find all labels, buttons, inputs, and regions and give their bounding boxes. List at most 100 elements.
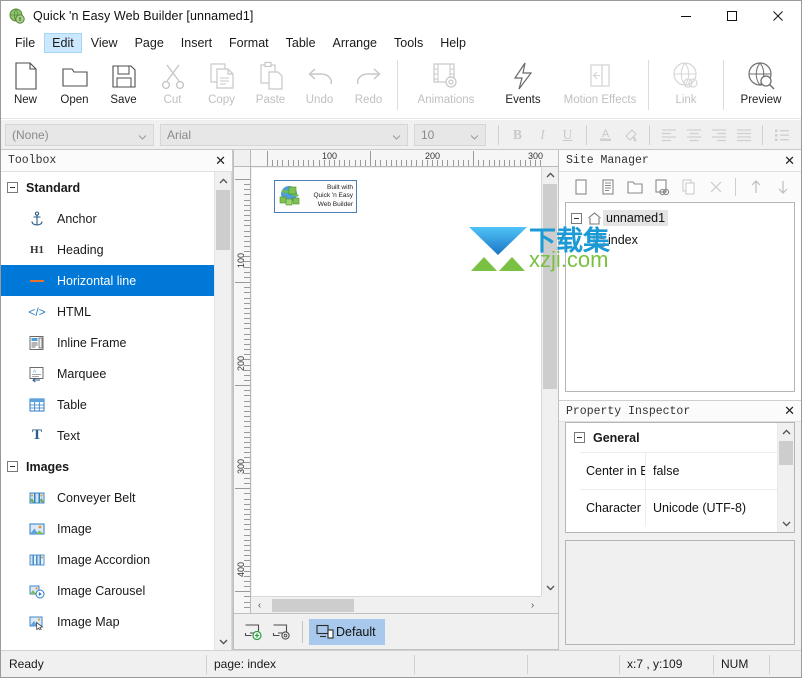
minimize-button[interactable] (663, 1, 709, 31)
align-right-button[interactable] (706, 123, 731, 147)
toolbar-preview-button[interactable]: Preview (728, 57, 794, 115)
collapse-icon[interactable] (7, 461, 18, 472)
scrollbar-thumb[interactable] (543, 184, 557, 389)
scroll-up-icon[interactable] (778, 423, 794, 440)
link-page-icon[interactable] (648, 175, 675, 199)
toolbox-group-images[interactable]: Images (1, 451, 214, 482)
scroll-left-icon[interactable]: ‹ (251, 600, 268, 611)
canvas-horizontal-scrollbar[interactable]: ‹ › (251, 596, 541, 613)
property-grid-scrollbar[interactable] (777, 423, 794, 532)
italic-button[interactable]: I (530, 123, 555, 147)
toolbox-item-image[interactable]: Image (1, 513, 214, 544)
menu-file[interactable]: File (7, 33, 43, 53)
toolbox-item-image-carousel[interactable]: Image Carousel (1, 575, 214, 606)
toolbar-new-button[interactable]: New (1, 57, 50, 115)
scroll-up-icon[interactable] (215, 172, 231, 189)
menu-tools[interactable]: Tools (386, 33, 431, 53)
scroll-down-icon[interactable] (778, 515, 794, 532)
duplicate-icon[interactable] (675, 175, 702, 199)
toolbar-save-button[interactable]: Save (99, 57, 148, 115)
style-select[interactable]: (None) (5, 123, 154, 146)
toolbox-close-icon[interactable]: ✕ (215, 153, 226, 169)
toolbox-item-horizontal-line[interactable]: Horizontal line (1, 265, 214, 296)
toolbox-item-image-accordion[interactable]: Image Accordion (1, 544, 214, 575)
toolbar-redo-button[interactable]: Redo (344, 57, 393, 115)
collapse-icon[interactable] (574, 432, 585, 443)
collapse-icon[interactable] (571, 212, 582, 224)
menu-arrange[interactable]: Arrange (325, 33, 385, 53)
toolbar-motion-effects-button[interactable]: Motion Effects (556, 57, 644, 115)
toolbox-item-image-map[interactable]: Image Map (1, 606, 214, 637)
toolbox-item-inline-frame[interactable]: Inline Frame (1, 327, 214, 358)
property-row[interactable]: Character Unicode (UTF-8) (580, 489, 794, 526)
toolbar-open-button[interactable]: Open (50, 57, 99, 115)
scrollbar-thumb[interactable] (779, 441, 793, 465)
align-left-button[interactable] (656, 123, 681, 147)
toolbar-link-button[interactable]: Link (653, 57, 719, 115)
toolbar-cut-button[interactable]: Cut (148, 57, 197, 115)
scroll-up-icon[interactable] (542, 167, 558, 183)
canvas-vertical-scrollbar[interactable] (541, 167, 558, 596)
property-grid[interactable]: General Center in B false Character Unic… (565, 422, 795, 533)
menu-format[interactable]: Format (221, 33, 277, 53)
toolbar-undo-button[interactable]: Undo (295, 57, 344, 115)
menu-insert[interactable]: Insert (173, 33, 220, 53)
toolbox-item-anchor[interactable]: Anchor (1, 203, 214, 234)
move-down-icon[interactable] (769, 175, 796, 199)
scroll-down-icon[interactable] (542, 580, 558, 596)
toolbox-item-text[interactable]: T Text (1, 420, 214, 451)
property-value[interactable]: false (646, 453, 794, 489)
page-list-icon[interactable] (594, 175, 621, 199)
property-inspector-close-icon[interactable]: ✕ (784, 403, 795, 419)
delete-x-icon[interactable] (702, 175, 729, 199)
toolbox-item-marquee[interactable]: A Marquee (1, 358, 214, 389)
toolbox-scrollbar[interactable] (214, 172, 231, 650)
font-color-button[interactable]: A (593, 123, 618, 147)
layout-settings-icon[interactable] (268, 619, 296, 645)
collapse-icon[interactable] (7, 182, 18, 193)
toolbar-copy-button[interactable]: Copy (197, 57, 246, 115)
bullet-list-button[interactable] (769, 123, 794, 147)
toolbar-animations-button[interactable]: Animations (402, 57, 490, 115)
menu-help[interactable]: Help (432, 33, 474, 53)
built-with-badge[interactable]: Built with Quick 'n Easy Web Builder (274, 180, 357, 213)
menu-table[interactable]: Table (278, 33, 324, 53)
toolbox-item-conveyer-belt[interactable]: Conveyer Belt (1, 482, 214, 513)
status-resize-grip[interactable] (769, 651, 801, 678)
maximize-button[interactable] (709, 1, 755, 31)
bold-button[interactable]: B (505, 123, 530, 147)
move-up-icon[interactable] (742, 175, 769, 199)
align-center-button[interactable] (681, 123, 706, 147)
menu-view[interactable]: View (83, 33, 126, 53)
scroll-down-icon[interactable] (215, 633, 231, 650)
add-layout-icon[interactable] (240, 619, 268, 645)
breakpoint-tab-default[interactable]: Default (309, 618, 385, 645)
menu-page[interactable]: Page (127, 33, 172, 53)
align-justify-button[interactable] (731, 123, 756, 147)
toolbox-item-table[interactable]: Table (1, 389, 214, 420)
site-manager-close-icon[interactable]: ✕ (784, 153, 795, 169)
font-family-select[interactable]: Arial (160, 123, 408, 146)
toolbox-item-heading[interactable]: H1 Heading (1, 234, 214, 265)
new-folder-icon[interactable] (621, 175, 648, 199)
scrollbar-thumb[interactable] (272, 598, 354, 612)
toolbox-group-standard[interactable]: Standard (1, 172, 214, 203)
toolbox-item-html[interactable]: </> HTML (1, 296, 214, 327)
page-canvas[interactable]: Built with Quick 'n Easy Web Builder (252, 168, 541, 596)
font-size-select[interactable]: 10 (414, 123, 486, 146)
site-tree-row-unnamed1[interactable]: unnamed1 (566, 207, 794, 229)
scrollbar-thumb[interactable] (216, 190, 230, 250)
property-value[interactable]: Unicode (UTF-8) (646, 490, 794, 526)
site-tree[interactable]: unnamed1 index (565, 202, 795, 392)
toolbar-events-button[interactable]: Events (490, 57, 556, 115)
toolbar-paste-button[interactable]: Paste (246, 57, 295, 115)
property-row[interactable]: Center in B false (580, 452, 794, 489)
underline-button[interactable]: U (555, 123, 580, 147)
property-group-general[interactable]: General (566, 423, 794, 452)
scroll-right-icon[interactable]: › (524, 600, 541, 611)
menu-edit[interactable]: Edit (44, 32, 82, 53)
highlight-color-button[interactable] (618, 123, 643, 147)
close-button[interactable] (755, 1, 801, 31)
new-page-icon[interactable] (567, 175, 594, 199)
site-tree-row-index[interactable]: index (566, 229, 794, 251)
